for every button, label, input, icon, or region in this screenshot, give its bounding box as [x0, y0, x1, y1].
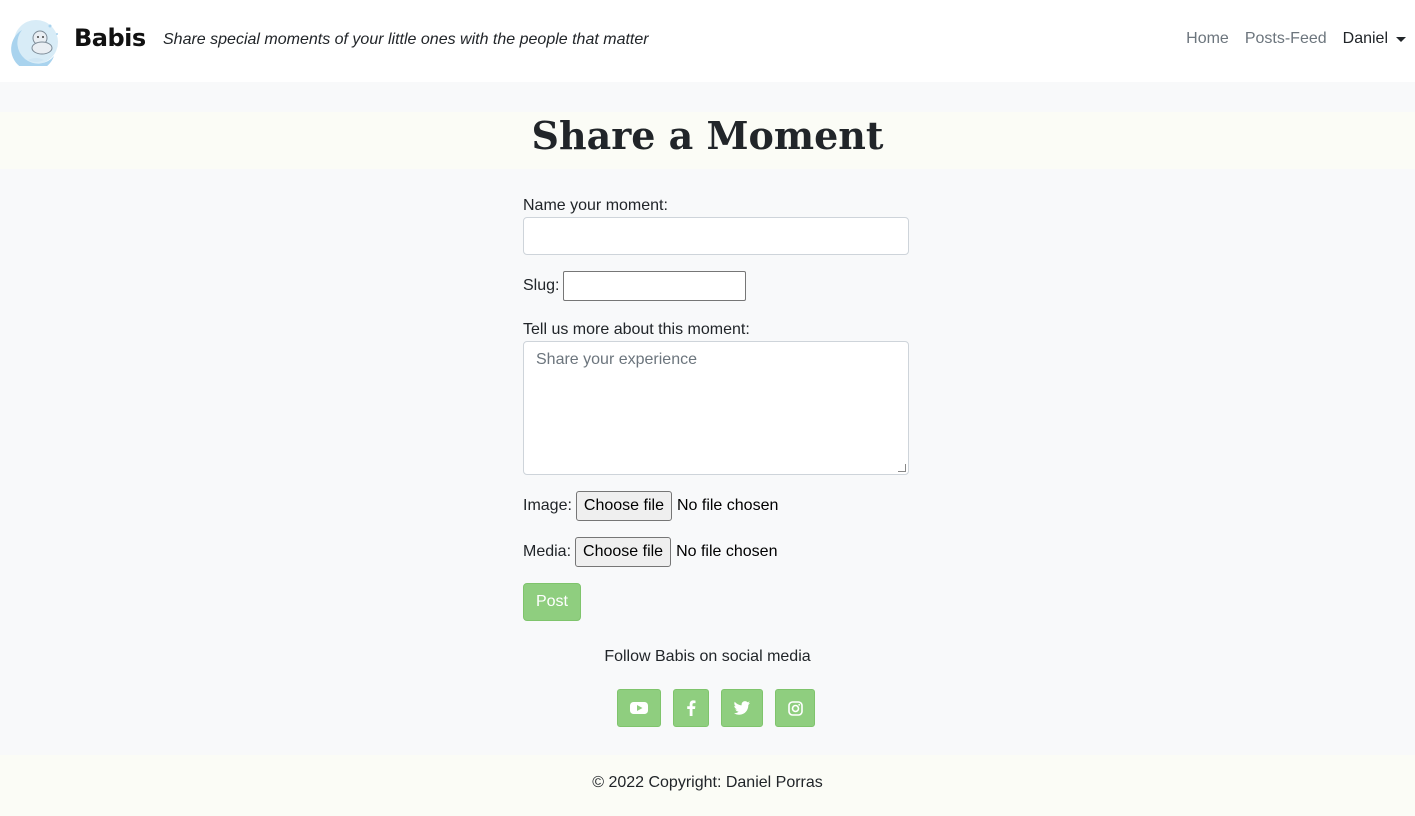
social-heading: Follow Babis on social media [604, 648, 811, 665]
navbar: Babis Share special moments of your litt… [0, 0, 1415, 82]
babis-logo-icon[interactable] [10, 16, 64, 66]
twitter-button[interactable] [721, 689, 763, 727]
nav-home-link[interactable]: Home [1186, 30, 1229, 48]
moment-name-input[interactable] [523, 217, 909, 255]
description-label: Tell us more about this moment: [523, 321, 750, 338]
user-dropdown[interactable]: Daniel [1343, 30, 1406, 48]
youtube-icon [630, 702, 648, 714]
image-file-status: No file chosen [676, 497, 779, 514]
copyright-text: © 2022 Copyright: Daniel Porras [592, 774, 823, 791]
name-label: Name your moment: [523, 197, 668, 214]
post-button[interactable]: Post [523, 583, 581, 621]
tagline: Share special moments of your little one… [163, 31, 649, 48]
brand-name[interactable]: Babis [74, 24, 146, 52]
facebook-button[interactable] [673, 689, 709, 727]
facebook-icon [687, 700, 696, 716]
image-upload-row: Image: Choose file No file chosen [523, 491, 778, 521]
description-textarea[interactable]: Share your experience [523, 341, 909, 475]
media-choose-file-button[interactable]: Choose file [575, 537, 672, 567]
instagram-icon [787, 700, 803, 716]
description-placeholder: Share your experience [536, 351, 697, 368]
instagram-button[interactable] [775, 689, 815, 727]
nav-links: Home Posts-Feed Daniel [1170, 30, 1406, 48]
page-title: Share a Moment [531, 113, 884, 158]
nav-posts-feed-link[interactable]: Posts-Feed [1245, 30, 1327, 48]
media-upload-row: Media: Choose file No file chosen [523, 537, 777, 567]
share-form: Name your moment: [523, 196, 909, 216]
media-label: Media: [523, 543, 572, 560]
image-choose-file-button[interactable]: Choose file [575, 491, 672, 521]
resize-handle-icon[interactable] [898, 464, 906, 472]
youtube-button[interactable] [617, 689, 661, 727]
image-label: Image: [523, 497, 572, 514]
slug-label: Slug: [523, 277, 560, 294]
media-file-status: No file chosen [676, 543, 778, 560]
slug-row: Slug: [523, 271, 747, 301]
caret-down-icon [1396, 36, 1406, 42]
user-name: Daniel [1342, 30, 1388, 47]
twitter-icon [734, 701, 750, 715]
slug-input[interactable] [563, 271, 747, 301]
